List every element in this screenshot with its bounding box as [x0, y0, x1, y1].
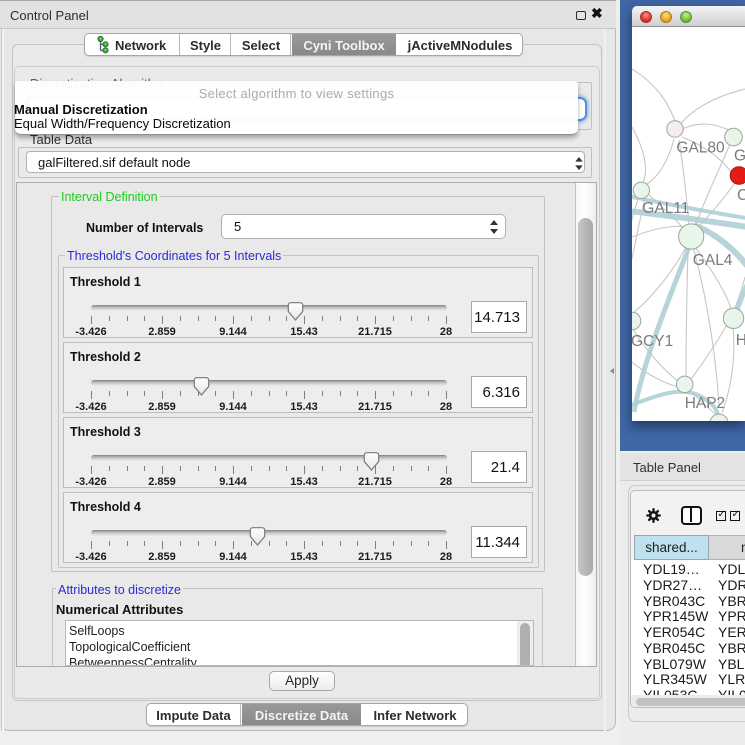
svg-text:GAL11: GAL11 — [642, 200, 689, 217]
svg-text:HI: HI — [736, 332, 745, 349]
svg-text:HAP2: HAP2 — [685, 395, 726, 412]
svg-text:C: C — [737, 187, 745, 204]
svg-text:GA: GA — [734, 148, 745, 165]
svg-text:GAL80: GAL80 — [676, 140, 725, 157]
svg-text:GAL4: GAL4 — [693, 252, 733, 269]
svg-text:GCY1: GCY1 — [632, 333, 673, 350]
